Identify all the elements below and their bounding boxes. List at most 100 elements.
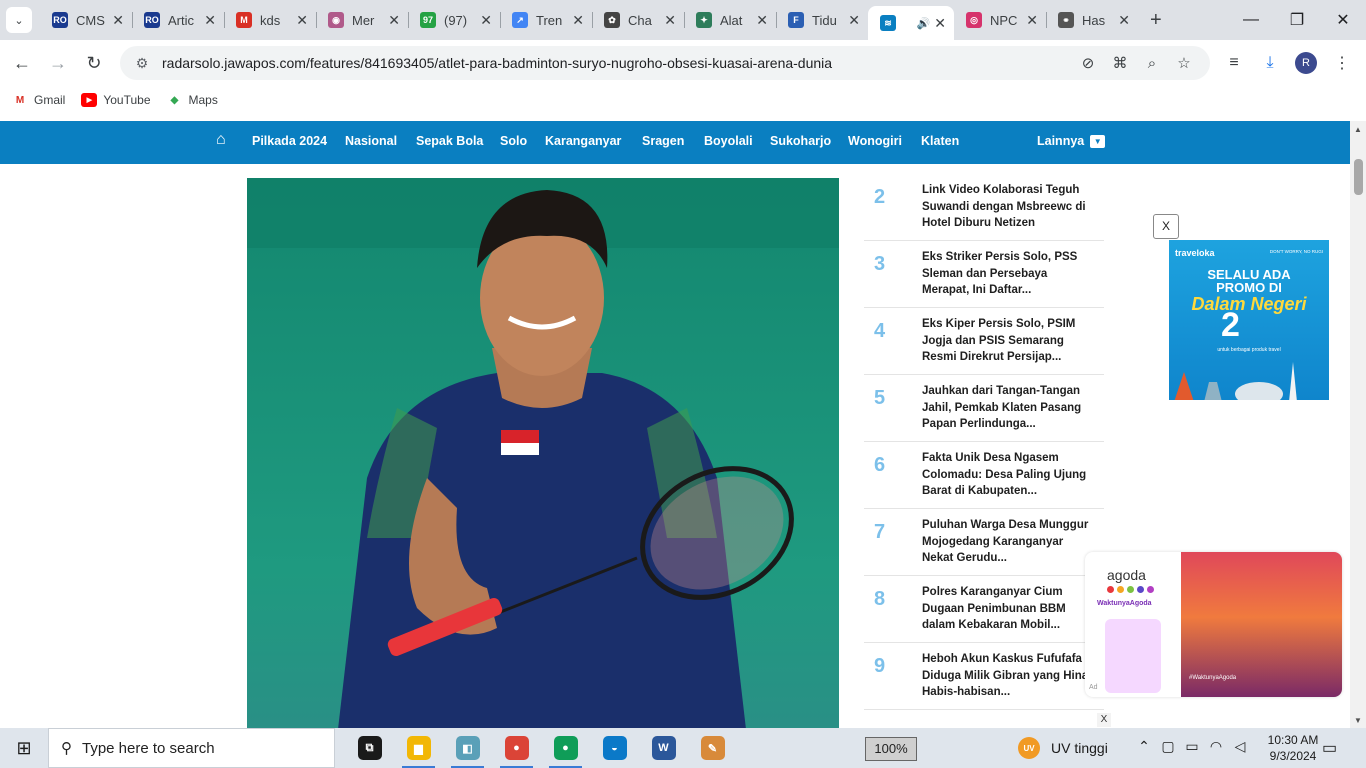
article-link[interactable]: Eks Kiper Persis Solo, PSIM Jogja dan PS…	[922, 316, 1092, 368]
forward-button[interactable]: →	[40, 45, 76, 81]
new-tab-button[interactable]: +	[1150, 9, 1162, 32]
close-tab-icon[interactable]: ✕	[664, 12, 676, 29]
close-tab-icon[interactable]: ✕	[572, 12, 584, 29]
minimize-icon[interactable]: —	[1228, 0, 1274, 40]
bookmark-gmail[interactable]: M Gmail	[12, 93, 66, 107]
scroll-thumb[interactable]	[1354, 159, 1363, 195]
nav-item-sepak-bola[interactable]: Sepak Bola	[416, 134, 483, 148]
download-icon[interactable]: ⤓	[1252, 54, 1288, 72]
tab-item[interactable]: 97 (97) ✕	[408, 0, 500, 40]
tab-item[interactable]: ✦ Alat ✕	[684, 0, 776, 40]
tab-item[interactable]: Mkds ✕	[224, 0, 316, 40]
taskbar-search[interactable]: ⚲ Type here to search	[48, 728, 335, 768]
nav-item-sragen[interactable]: Sragen	[642, 134, 684, 148]
traveloka-ad[interactable]: traveloka DON'T WORRY, NO RUGI SELALU AD…	[1169, 240, 1329, 400]
battery-icon[interactable]: ▭	[1180, 738, 1204, 755]
tab-item[interactable]: ≋ 🔊 ✕	[868, 6, 954, 40]
list-item[interactable]: 2 Link Video Kolaborasi Teguh Suwandi den…	[864, 174, 1104, 241]
scroll-up-icon[interactable]: ▲	[1354, 125, 1362, 134]
ad-close-button[interactable]: X	[1153, 214, 1179, 239]
eye-off-icon[interactable]: ⊘	[1072, 54, 1104, 72]
taskbar-app[interactable]: ⧉	[345, 728, 394, 768]
list-item[interactable]: 5 Jauhkan dari Tangan-Tangan Jahil, Pemka…	[864, 375, 1104, 442]
close-tab-icon[interactable]: ✕	[480, 12, 492, 29]
nav-item-boyolali[interactable]: Boyolali	[704, 134, 753, 148]
audio-playing-icon[interactable]: 🔊	[917, 17, 931, 30]
wifi-icon[interactable]: ◠	[1204, 738, 1228, 755]
article-link[interactable]: Fakta Unik Desa Ngasem Colomadu: Desa Pa…	[922, 450, 1092, 502]
bookmark-maps[interactable]: ◆ Maps	[167, 93, 218, 107]
page-scrollbar[interactable]: ▲ ▼	[1350, 121, 1366, 728]
taskbar-app[interactable]: ◒	[590, 728, 639, 768]
nav-item-wonogiri[interactable]: Wonogiri	[848, 134, 902, 148]
close-tab-icon[interactable]: ✕	[296, 12, 308, 29]
nav-item-nasional[interactable]: Nasional	[345, 134, 397, 148]
list-item[interactable]: 6 Fakta Unik Desa Ngasem Colomadu: Desa P…	[864, 442, 1104, 509]
tab-item[interactable]: ◉ Mer ✕	[316, 0, 408, 40]
home-icon[interactable]: ⌂	[216, 131, 226, 149]
nav-item-sukoharjo[interactable]: Sukoharjo	[770, 134, 831, 148]
close-tab-icon[interactable]: ✕	[1026, 12, 1038, 29]
tab-item[interactable]: ◎ NPC ✕	[954, 0, 1046, 40]
tab-item[interactable]: ⚭ Has ✕	[1046, 0, 1138, 40]
tab-item[interactable]: ✿ Cha ✕	[592, 0, 684, 40]
close-tab-icon[interactable]: ✕	[756, 12, 768, 29]
close-tab-icon[interactable]: ✕	[1118, 12, 1130, 29]
chevron-up-icon[interactable]: ⌃	[1132, 738, 1156, 755]
nav-item-klaten[interactable]: Klaten	[921, 134, 959, 148]
media-control-icon[interactable]: ≡	[1216, 54, 1252, 72]
close-tab-icon[interactable]: ✕	[388, 12, 400, 29]
taskbar-app[interactable]: ✎	[688, 728, 737, 768]
taskbar-app[interactable]: ●	[492, 728, 541, 768]
windows-start-icon[interactable]: ⊞	[0, 728, 48, 768]
article-link[interactable]: Polres Karanganyar Cium Dugaan Penimbuna…	[922, 584, 1092, 636]
taskbar-app[interactable]: ▆	[394, 728, 443, 768]
tab-item[interactable]: F Tidu ✕	[776, 0, 868, 40]
article-link[interactable]: Jauhkan dari Tangan-Tangan Jahil, Pemkab…	[922, 383, 1092, 435]
article-link[interactable]: Link Video Kolaborasi Teguh Suwandi deng…	[922, 182, 1092, 234]
back-button[interactable]: ←	[4, 45, 40, 81]
reload-button[interactable]: ↻	[76, 45, 112, 81]
meet-icon[interactable]: ▢	[1156, 738, 1180, 755]
nav-item-solo[interactable]: Solo	[500, 134, 527, 148]
close-tab-icon[interactable]: ✕	[848, 12, 860, 29]
bookmark-star-icon[interactable]: ☆	[1168, 54, 1200, 72]
url-text[interactable]: radarsolo.jawapos.com/features/841693405…	[162, 55, 832, 71]
ad-close-button[interactable]: X	[1097, 713, 1111, 727]
taskbar-app[interactable]: W	[639, 728, 688, 768]
scroll-down-icon[interactable]: ▼	[1354, 716, 1362, 725]
translate-icon[interactable]: ⌘	[1104, 54, 1136, 72]
article-link[interactable]: Eks Striker Persis Solo, PSS Sleman dan …	[922, 249, 1092, 301]
weather-widget[interactable]: UV UV tinggi	[1018, 737, 1108, 759]
tab-item[interactable]: RO CMS ✕	[40, 0, 132, 40]
taskbar-app[interactable]: ●	[541, 728, 590, 768]
list-item[interactable]: 7 Puluhan Warga Desa Munggur Mojogedang K…	[864, 509, 1104, 576]
tab-search-button[interactable]: ⌄	[6, 7, 32, 33]
list-item[interactable]: 3 Eks Striker Persis Solo, PSS Sleman dan…	[864, 241, 1104, 308]
taskbar-app[interactable]: ◧	[443, 728, 492, 768]
agoda-ad[interactable]: agoda WaktunyaAgoda #WaktunyaAgoda Ad	[1085, 552, 1342, 697]
restore-icon[interactable]: ❐	[1274, 0, 1320, 40]
list-item[interactable]: 4 Eks Kiper Persis Solo, PSIM Jogja dan P…	[864, 308, 1104, 375]
zoom-icon[interactable]: ⌕	[1136, 55, 1168, 72]
site-info-icon[interactable]: ⚙	[126, 55, 158, 72]
close-tab-icon[interactable]: ✕	[934, 15, 946, 32]
address-bar[interactable]: ⚙ radarsolo.jawapos.com/features/8416934…	[120, 46, 1210, 80]
close-window-icon[interactable]: ✕	[1320, 0, 1366, 40]
nav-more-button[interactable]: Lainnya ▼	[1037, 134, 1106, 148]
nav-item-karanganyar[interactable]: Karanganyar	[545, 134, 621, 148]
notification-icon[interactable]: ▭	[1322, 738, 1337, 758]
nav-item-pilkada[interactable]: Pilkada 2024	[252, 134, 327, 148]
article-link[interactable]: Puluhan Warga Desa Munggur Mojogedang Ka…	[922, 517, 1092, 569]
volume-icon[interactable]: ◁	[1228, 738, 1252, 755]
tab-item[interactable]: ↗ Tren ✕	[500, 0, 592, 40]
zoom-indicator[interactable]: 100%	[865, 737, 917, 761]
article-link[interactable]: Heboh Akun Kaskus Fufufafa Diduga Milik …	[922, 651, 1092, 703]
tab-item[interactable]: RO Artic ✕	[132, 0, 224, 40]
list-item[interactable]: 9 Heboh Akun Kaskus Fufufafa Diduga Milik…	[864, 643, 1104, 710]
bookmark-youtube[interactable]: ▶ YouTube	[81, 93, 151, 107]
close-tab-icon[interactable]: ✕	[112, 12, 124, 29]
close-tab-icon[interactable]: ✕	[204, 12, 216, 29]
menu-icon[interactable]: ⋮	[1324, 53, 1360, 73]
list-item[interactable]: 8 Polres Karanganyar Cium Dugaan Penimbun…	[864, 576, 1104, 643]
